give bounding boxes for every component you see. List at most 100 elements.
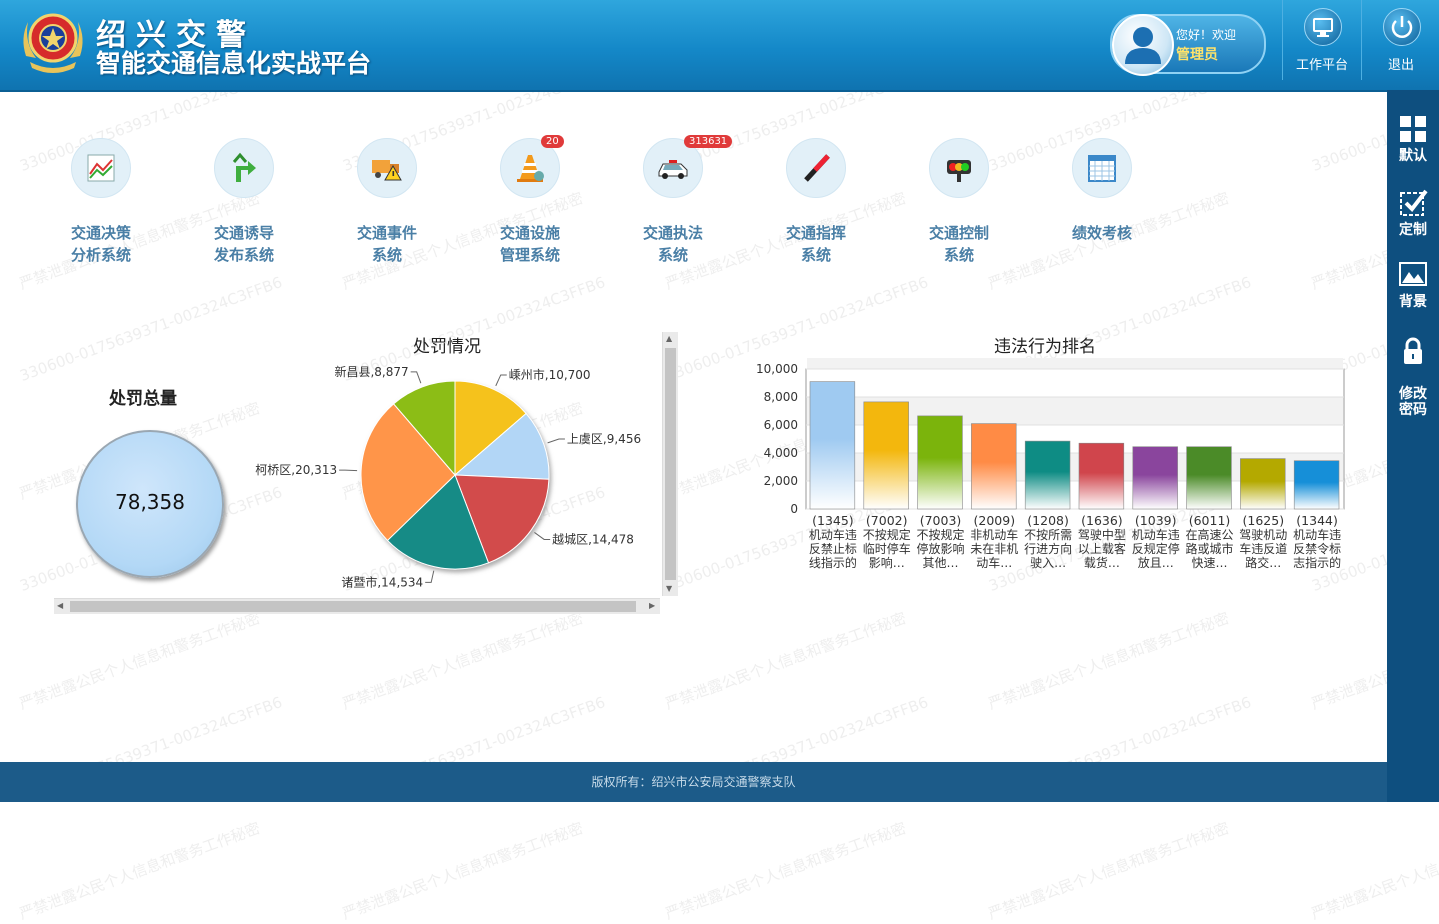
pie-slice-label: 柯桥区,20,313 — [255, 463, 337, 477]
bar[interactable] — [1078, 442, 1125, 510]
x-tick-label: 放且… — [1138, 555, 1174, 570]
system-tile[interactable]: 绩效考核 — [1042, 138, 1162, 244]
pie-slice-label: 嵊州市,10,700 — [509, 367, 591, 382]
pie-label-connector — [547, 438, 565, 444]
bar[interactable] — [971, 423, 1017, 510]
power-icon — [1391, 16, 1413, 38]
right-sidebar: 默认 定制 背景 修改 密码 — [1387, 90, 1439, 802]
system-icon-circle — [1072, 138, 1132, 198]
system-icon-circle — [71, 138, 131, 198]
system-icon-circle — [929, 138, 989, 198]
footer: 版权所有：绍兴市公安局交通警察支队 — [0, 762, 1387, 802]
total-count-value: 78,358 — [115, 490, 185, 514]
x-tick-code: (1039) — [1135, 513, 1177, 528]
traffic-cone-icon — [517, 155, 544, 182]
system-label-line1: 交通控制 — [928, 224, 989, 242]
pie-label-connector — [495, 374, 507, 387]
horizontal-scrollbar[interactable]: ◀ ▶ — [54, 598, 660, 614]
system-label-line1: 交通诱导 — [213, 224, 274, 242]
workbench-button[interactable]: 工作平台 — [1282, 0, 1361, 80]
x-tick-label: 未在非机 — [970, 542, 1018, 556]
x-tick-label: 路交… — [1245, 555, 1281, 570]
system-tile-label: 交通执法 系统 — [613, 222, 733, 266]
sidebar-item-background[interactable]: 背景 — [1387, 260, 1439, 310]
x-tick-code: (2009) — [974, 513, 1016, 528]
traffic-light-icon — [947, 160, 971, 182]
lock-icon — [1404, 337, 1422, 364]
system-icon-circle: 20 — [500, 135, 564, 198]
sidebar-item-label: 背景 — [1399, 294, 1427, 310]
header-bar: 绍兴交警 智能交通信息化实战平台 您好！欢迎 管理员 工作平台 退出 — [0, 0, 1439, 92]
calendar-icon — [1088, 155, 1116, 182]
system-label-line1: 交通指挥 — [785, 224, 846, 242]
user-info[interactable]: 您好！欢迎 管理员 — [1110, 14, 1266, 76]
system-tile-label: 交通指挥 系统 — [756, 222, 876, 266]
x-tick-code: (1636) — [1081, 513, 1123, 528]
x-tick-code: (1625) — [1243, 513, 1285, 528]
workbench-label: 工作平台 — [1295, 58, 1348, 73]
system-tile[interactable]: 交通指挥 系统 — [756, 138, 876, 266]
pie-slice-label: 越城区,14,478 — [552, 532, 634, 546]
system-tile-label: 绩效考核 — [1042, 222, 1162, 244]
x-tick-label: 影响… — [869, 555, 905, 570]
y-tick-label: 10,000 — [756, 362, 798, 376]
x-tick-code: (1345) — [812, 513, 854, 528]
logout-button[interactable]: 退出 — [1361, 0, 1439, 80]
bar[interactable] — [1186, 446, 1232, 510]
logout-label: 退出 — [1387, 58, 1414, 73]
bar[interactable] — [917, 415, 963, 510]
x-tick-label: 机动车违 — [809, 527, 857, 542]
bar[interactable] — [1293, 460, 1340, 510]
system-tile[interactable]: 20 交通设施 管理系统 — [470, 135, 590, 266]
system-label-line1: 交通设施 — [499, 224, 560, 242]
x-tick-label: 线指示的 — [809, 555, 857, 570]
system-tile[interactable]: 交通决策 分析系统 — [41, 138, 161, 266]
x-tick-code: (7002) — [866, 513, 908, 528]
system-tile[interactable]: 交通诱导 发布系统 — [184, 138, 304, 266]
sidebar-item-customize[interactable]: 定制 — [1387, 188, 1439, 238]
app-subtitle: 智能交通信息化实战平台 — [96, 49, 372, 78]
y-tick-label: 6,000 — [764, 418, 798, 432]
system-tile[interactable]: 交通事件 系统 — [327, 138, 447, 266]
sidebar-item-change-password[interactable]: 修改 密码 — [1387, 320, 1439, 418]
system-label-line2: 分析系统 — [70, 246, 131, 264]
pie-label-connector — [410, 371, 422, 384]
system-tile-label: 交通决策 分析系统 — [41, 222, 161, 266]
watermark-warning: 严禁泄露公民个人信息和警务工作秘密 — [985, 608, 1232, 714]
watermark-warning: 严禁泄露公民个人信息和警务工作秘密 — [985, 818, 1232, 924]
watermark-warning: 严禁泄露公民个人信息和警务工作秘密 — [16, 608, 263, 714]
picture-icon — [1399, 262, 1427, 286]
chart-icon — [87, 154, 115, 182]
scrollbar-thumb[interactable] — [70, 601, 636, 612]
username-text: 管理员 — [1176, 47, 1218, 63]
system-label-line2: 系统 — [657, 246, 688, 264]
system-label-line1: 绩效考核 — [1071, 224, 1132, 242]
watermark-warning: 严禁泄露公民个人信息和警务工作秘密 — [1308, 818, 1439, 924]
x-tick-label: 驾驶机动 — [1239, 527, 1287, 542]
police-emblem-icon — [23, 13, 83, 73]
truck-warning-icon — [372, 160, 402, 181]
bar[interactable] — [809, 381, 856, 510]
pie-slice-label: 新昌县,8,877 — [334, 364, 408, 379]
x-tick-label: 不按所需 — [1024, 528, 1072, 542]
system-tile[interactable]: 交通控制 系统 — [899, 138, 1019, 266]
bar-chart-title: 违法行为排名 — [994, 337, 1096, 357]
scrollbar-thumb[interactable] — [665, 348, 676, 580]
system-label-line2: 管理系统 — [499, 246, 560, 264]
bar[interactable] — [1024, 440, 1071, 510]
pie-slice-label: 诸暨市,14,534 — [341, 574, 423, 589]
system-tile-label: 交通控制 系统 — [899, 222, 1019, 266]
grid-icon — [1400, 116, 1426, 142]
system-label-line2: 系统 — [371, 246, 402, 264]
x-tick-label: 车违反道 — [1239, 541, 1287, 556]
bar[interactable] — [863, 401, 909, 510]
sidebar-item-default[interactable]: 默认 — [1387, 114, 1439, 164]
system-tile[interactable]: 313631 交通执法 系统 — [613, 135, 733, 266]
bar[interactable] — [1132, 446, 1178, 510]
bar[interactable] — [1240, 458, 1286, 510]
x-tick-label: 非机动车 — [970, 527, 1018, 542]
system-icon-circle — [357, 138, 417, 198]
vertical-scrollbar[interactable]: ▲ ▼ — [662, 332, 678, 596]
watermark-warning: 严禁泄露公民个人信息和警务工作秘密 — [16, 818, 263, 924]
total-count-circle: 78,358 — [76, 430, 224, 578]
